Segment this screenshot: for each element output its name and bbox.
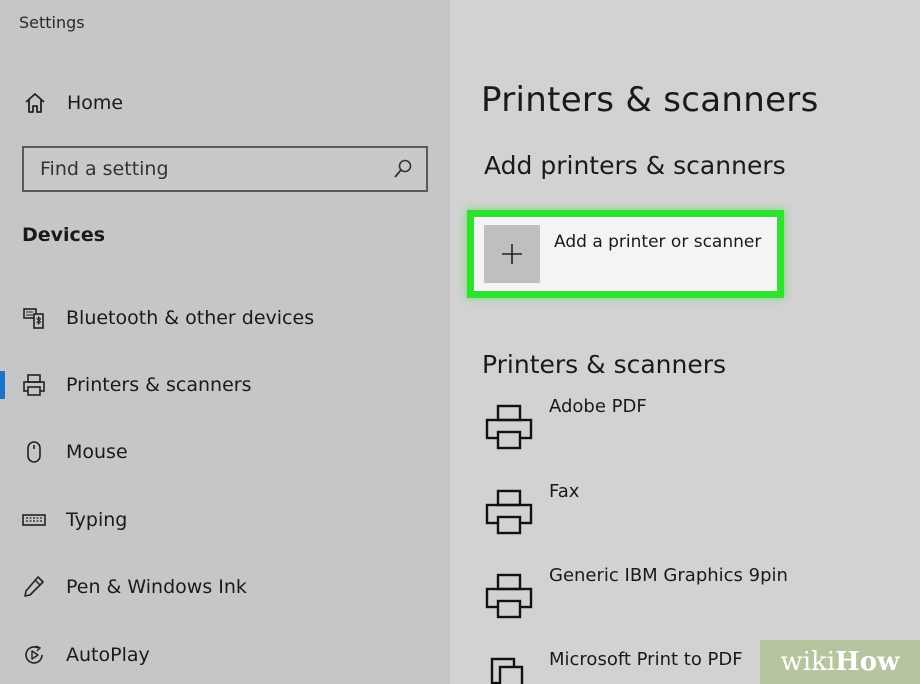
printer-item-adobe-pdf[interactable]: Adobe PDF [484,396,904,464]
pdf-printer-icon [490,657,524,684]
watermark-part1: wiki [780,647,836,677]
search-input[interactable] [40,158,380,180]
keyboard-icon [22,514,46,526]
search-box[interactable] [22,146,428,192]
sidebar: Settings Home Devices Bluetooth & other … [0,0,450,684]
mouse-icon [27,441,41,463]
printer-icon [485,573,533,619]
home-nav-item[interactable]: Home [22,88,123,118]
sidebar-item-printers[interactable]: Printers & scanners [0,365,450,405]
printer-name: Fax [549,481,580,502]
printer-item-generic-ibm[interactable]: Generic IBM Graphics 9pin [484,565,904,633]
sidebar-item-label: Typing [66,509,128,531]
bluetooth-devices-icon [23,308,44,329]
printer-item-fax[interactable]: Fax [484,481,904,549]
pen-icon [24,576,44,597]
sidebar-item-mouse[interactable]: Mouse [0,432,450,472]
printer-name: Generic IBM Graphics 9pin [549,565,788,586]
printer-icon [485,489,533,535]
add-printers-heading: Add printers & scanners [484,151,786,180]
sidebar-item-label: Printers & scanners [66,374,252,396]
search-icon[interactable] [392,158,414,180]
devices-heading: Devices [22,224,106,246]
printer-icon [23,374,45,396]
sidebar-item-label: Mouse [66,441,128,463]
printer-name: Adobe PDF [549,396,647,417]
home-label: Home [67,92,124,114]
sidebar-item-autoplay[interactable]: AutoPlay [0,635,450,675]
sidebar-item-label: AutoPlay [66,644,150,666]
plus-tile[interactable] [484,225,540,283]
printer-name: Microsoft Print to PDF [549,649,743,670]
home-icon [25,93,45,113]
sidebar-item-typing[interactable]: Typing [0,500,450,540]
page-title: Printers & scanners [481,80,819,120]
wikihow-watermark: wiki How [760,640,920,684]
printers-list-heading: Printers & scanners [482,350,727,379]
printer-icon [485,404,533,450]
sidebar-item-bluetooth[interactable]: Bluetooth & other devices [0,298,450,338]
autoplay-icon [25,645,43,664]
sidebar-item-pen[interactable]: Pen & Windows Ink [0,567,450,607]
add-printer-button[interactable]: Add a printer or scanner [467,210,784,298]
sidebar-item-label: Pen & Windows Ink [66,576,247,598]
app-title: Settings [19,13,85,32]
add-printer-label: Add a printer or scanner [554,232,762,252]
watermark-part2: How [835,647,900,677]
sidebar-item-label: Bluetooth & other devices [66,307,315,329]
plus-icon [502,244,522,264]
